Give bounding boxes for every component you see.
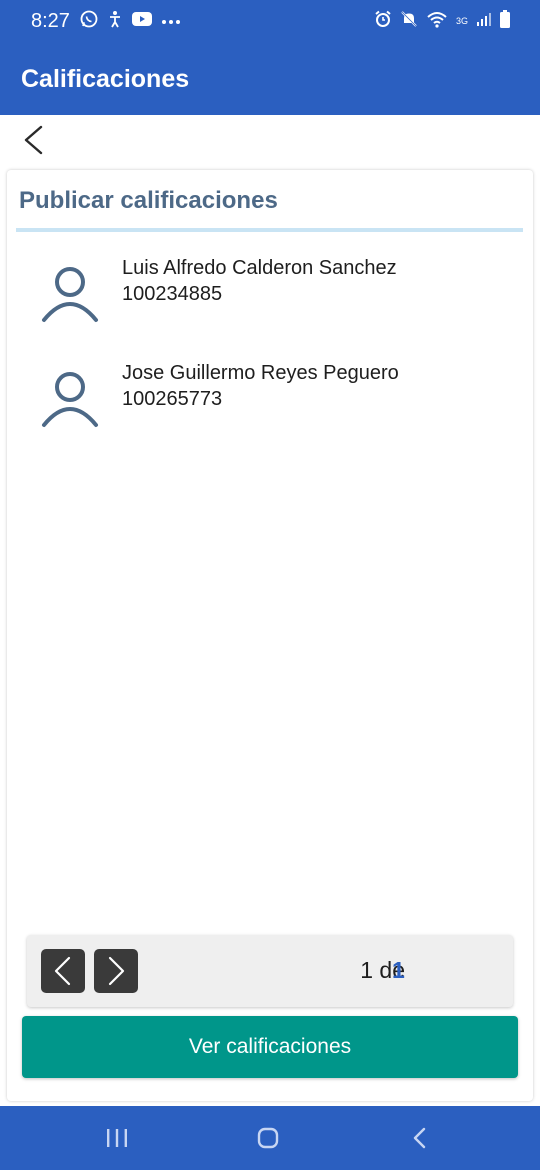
status-time: 8:27 [31, 10, 70, 32]
network-label: 3G [455, 16, 468, 26]
person-icon [42, 372, 98, 427]
home-icon [257, 1127, 279, 1149]
person-icon [42, 267, 98, 322]
divider [16, 228, 523, 232]
publish-grades-card: Publicar calificaciones Luis Alfredo Cal… [7, 170, 533, 1101]
app-bar: Calificaciones [0, 42, 540, 115]
student-name: Luis Alfredo Calderon Sanchez [122, 257, 397, 279]
list-item[interactable]: Jose Guillermo Reyes Peguero 100265773 [7, 351, 533, 456]
student-name: Jose Guillermo Reyes Peguero [122, 362, 399, 384]
wifi-icon [426, 10, 448, 33]
next-page-button[interactable] [94, 949, 138, 993]
accessibility-icon [107, 10, 123, 33]
list-item[interactable]: Luis Alfredo Calderon Sanchez 100234885 [7, 246, 533, 351]
page-total: 1 [392, 957, 405, 983]
youtube-icon [132, 11, 152, 32]
back-button[interactable] [18, 124, 50, 156]
chevron-right-icon [108, 956, 125, 986]
home-button[interactable] [248, 1122, 288, 1154]
mute-icon [400, 10, 418, 33]
status-bar: 8:27 3G [0, 0, 540, 42]
recents-icon [107, 1129, 127, 1147]
signal-icon [476, 11, 492, 32]
recents-button[interactable] [97, 1122, 137, 1154]
navigation-bar [0, 1106, 540, 1170]
pagination-bar: 1 de 1 [27, 935, 513, 1007]
battery-icon [500, 9, 510, 33]
back-icon [413, 1127, 426, 1149]
more-icon [161, 12, 181, 30]
view-grades-button[interactable]: Ver calificaciones [22, 1016, 518, 1078]
alarm-icon [374, 10, 392, 33]
page-title: Calificaciones [21, 65, 190, 93]
chevron-left-icon [24, 125, 43, 155]
status-right-icons: 3G [374, 9, 510, 33]
previous-page-button[interactable] [41, 949, 85, 993]
status-left-icons [80, 10, 181, 32]
chevron-left-icon [54, 956, 71, 986]
nav-back-button[interactable] [400, 1122, 440, 1154]
student-id: 100265773 [122, 388, 223, 410]
student-list: Luis Alfredo Calderon Sanchez 100234885 … [7, 246, 533, 456]
card-title: Publicar calificaciones [19, 187, 278, 214]
whatsapp-icon [80, 10, 98, 33]
3g-icon: 3G [456, 16, 468, 26]
student-id: 100234885 [122, 283, 223, 305]
